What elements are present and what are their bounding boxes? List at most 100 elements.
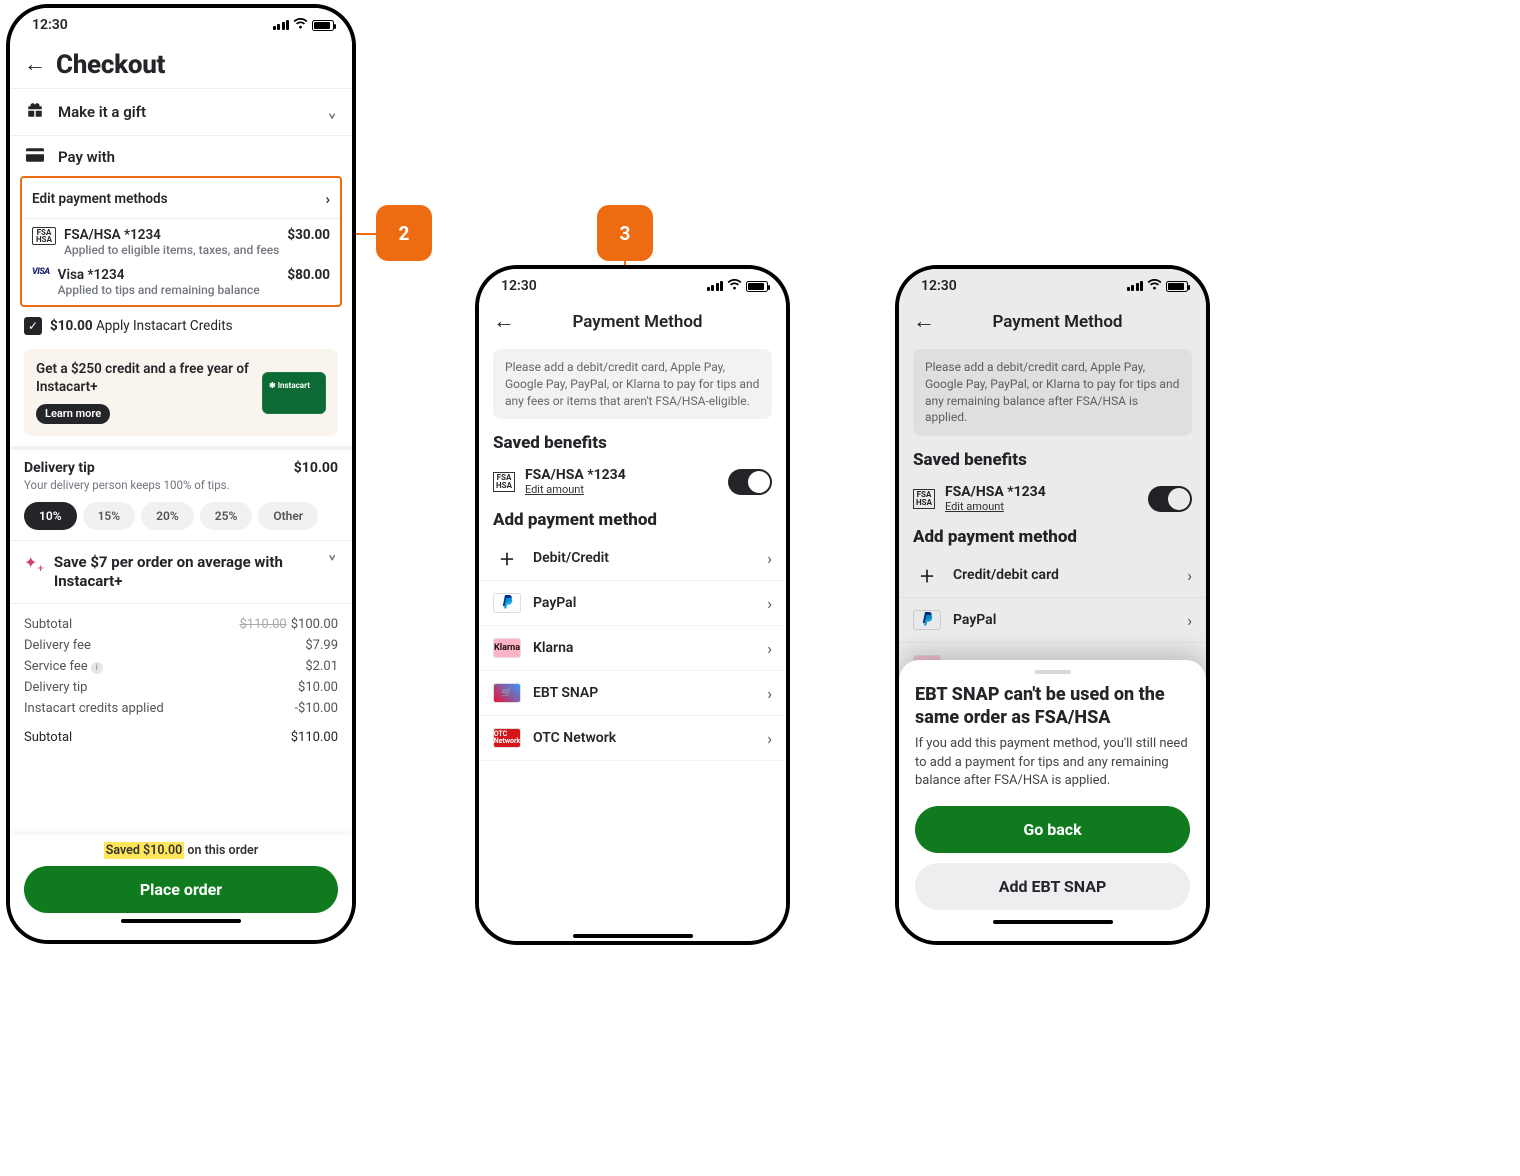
chevron-down-icon: ⌄ <box>326 98 338 125</box>
pm1-amount: $30.00 <box>287 227 330 243</box>
pm-klarna[interactable]: Klarna Klarna › <box>479 626 786 671</box>
back-icon[interactable]: ← <box>24 54 46 76</box>
chevron-down-icon: ⌄ <box>326 540 338 604</box>
tip-sub: Your delivery person keeps 100% of tips. <box>24 478 338 492</box>
apply-credits-row[interactable]: ✓ $10.00 Apply Instacart Credits <box>10 307 352 341</box>
page-title: Checkout <box>56 50 165 80</box>
plus-icon: ＋ <box>493 548 521 568</box>
fsa-icon: FSAHSA <box>913 489 935 509</box>
tip-section: Delivery tip $10.00 Your delivery person… <box>10 446 352 540</box>
saved-line: Saved $10.00 on this order <box>24 843 338 858</box>
signal-icon <box>707 281 724 291</box>
benefit-toggle[interactable] <box>728 469 772 495</box>
payment-method-phone-1: 12:30 ← Payment Method Please add a debi… <box>475 265 790 945</box>
benefit-fsahsa: FSAHSA FSA/HSA *1234 Edit amount <box>899 476 1206 521</box>
signal-icon <box>1127 281 1144 291</box>
footer: Saved $10.00 on this order Place order <box>10 835 352 940</box>
pm-paypal[interactable]: PayPal › <box>899 598 1206 643</box>
edit-amount-link[interactable]: Edit amount <box>945 500 1138 513</box>
chevron-right-icon: › <box>767 594 772 613</box>
checkout-phone: 12:30 ← Checkout Make it a gift <box>6 4 356 944</box>
sheet-grabber[interactable] <box>1035 670 1071 674</box>
callout-2: 2 <box>376 205 432 261</box>
page-title: Payment Method <box>503 312 772 332</box>
nav-bar: ← Payment Method <box>479 303 786 341</box>
saved-benefits-heading: Saved benefits <box>899 444 1206 476</box>
payment-visa: VISA Visa *1234 Applied to tips and rema… <box>22 259 340 299</box>
paywith-label: Pay with <box>58 148 338 166</box>
notice: Please add a debit/credit card, Apple Pa… <box>493 349 772 419</box>
chevron-right-icon: › <box>1187 566 1192 585</box>
edit-payment-methods[interactable]: Edit payment methods › <box>22 182 340 219</box>
payment-fsahsa: FSAHSA FSA/HSA *1234 Applied to eligible… <box>22 219 340 259</box>
add-ebt-button[interactable]: Add EBT SNAP <box>915 863 1190 910</box>
checkbox-checked-icon[interactable]: ✓ <box>24 317 42 335</box>
info-icon[interactable]: i <box>91 662 103 674</box>
pm-otc[interactable]: OTCNetwork OTC Network › <box>479 716 786 761</box>
benefit-toggle[interactable] <box>1148 486 1192 512</box>
benefit-fsahsa: FSAHSA FSA/HSA *1234 Edit amount <box>479 459 786 504</box>
fsa-icon: FSAHSA <box>493 472 515 492</box>
go-back-button[interactable]: Go back <box>915 806 1190 853</box>
card-icon <box>24 148 46 166</box>
status-bar: 12:30 <box>899 269 1206 303</box>
wifi-icon <box>1147 279 1162 294</box>
saved-benefits-heading: Saved benefits <box>479 427 786 459</box>
paypal-icon <box>493 593 521 613</box>
plus-icon: ✦₊ <box>24 553 44 591</box>
tip-25[interactable]: 25% <box>200 502 253 530</box>
chevron-right-icon: › <box>767 549 772 568</box>
tip-20[interactable]: 20% <box>141 502 194 530</box>
edit-amount-link[interactable]: Edit amount <box>525 483 718 496</box>
place-order-button[interactable]: Place order <box>24 866 338 913</box>
add-method-heading: Add payment method <box>479 504 786 536</box>
nav-bar: ← Checkout <box>10 42 352 88</box>
tip-15[interactable]: 15% <box>83 502 136 530</box>
plus-text: Save $7 per order on average with Instac… <box>54 553 316 591</box>
battery-icon <box>1166 281 1188 292</box>
status-bar: 12:30 <box>479 269 786 303</box>
payment-method-phone-2: 12:30 ← Payment Method Please add a debi… <box>895 265 1210 945</box>
status-time: 12:30 <box>501 278 537 294</box>
pm-credit-debit[interactable]: ＋ Credit/debit card › <box>899 553 1206 598</box>
fsa-tag: FSAHSA <box>32 227 56 245</box>
chevron-right-icon: › <box>767 729 772 748</box>
chevron-right-icon: › <box>767 684 772 703</box>
notice: Please add a debit/credit card, Apple Pa… <box>913 349 1192 436</box>
learn-more-button[interactable]: Learn more <box>36 404 110 424</box>
payment-panel: Edit payment methods › FSAHSA FSA/HSA *1… <box>20 176 342 307</box>
add-method-heading: Add payment method <box>899 521 1206 553</box>
pm2-sub: Applied to tips and remaining balance <box>58 283 280 297</box>
status-time: 12:30 <box>921 278 957 294</box>
plus-icon: ＋ <box>913 565 941 585</box>
tip-other[interactable]: Other <box>258 502 318 530</box>
pm-debit-credit[interactable]: ＋ Debit/Credit › <box>479 536 786 581</box>
snap-icon: 🛒 <box>493 683 521 703</box>
edit-label: Edit payment methods <box>32 191 168 207</box>
status-bar: 12:30 <box>10 8 352 42</box>
chevron-right-icon: › <box>767 639 772 658</box>
pm2-amount: $80.00 <box>287 267 330 283</box>
gift-row[interactable]: Make it a gift ⌄ <box>10 89 352 135</box>
chevron-right-icon: › <box>325 190 330 208</box>
pm-paypal[interactable]: PayPal › <box>479 581 786 626</box>
wifi-icon <box>293 18 308 33</box>
home-indicator <box>121 919 241 923</box>
tip-10[interactable]: 10% <box>24 502 77 530</box>
promo-card[interactable]: Get a $250 credit and a free year of Ins… <box>24 349 338 436</box>
home-indicator <box>573 934 693 938</box>
page-title: Payment Method <box>923 312 1192 332</box>
pm1-name: FSA/HSA *1234 <box>64 227 279 243</box>
tip-amount: $10.00 <box>294 460 338 476</box>
instacart-plus-row[interactable]: ✦₊ Save $7 per order on average with Ins… <box>10 540 352 603</box>
ebt-sheet: EBT SNAP can't be used on the same order… <box>899 660 1206 941</box>
pm1-sub: Applied to eligible items, taxes, and fe… <box>64 243 279 257</box>
status-time: 12:30 <box>32 17 68 33</box>
paywith-row: Pay with <box>10 136 352 172</box>
visa-tag: VISA <box>32 267 50 277</box>
instacart-card-icon <box>262 372 326 414</box>
klarna-icon: Klarna <box>493 638 521 658</box>
pm-ebt-snap[interactable]: 🛒 EBT SNAP › <box>479 671 786 716</box>
connector-2 <box>353 233 378 235</box>
home-indicator <box>993 920 1113 924</box>
